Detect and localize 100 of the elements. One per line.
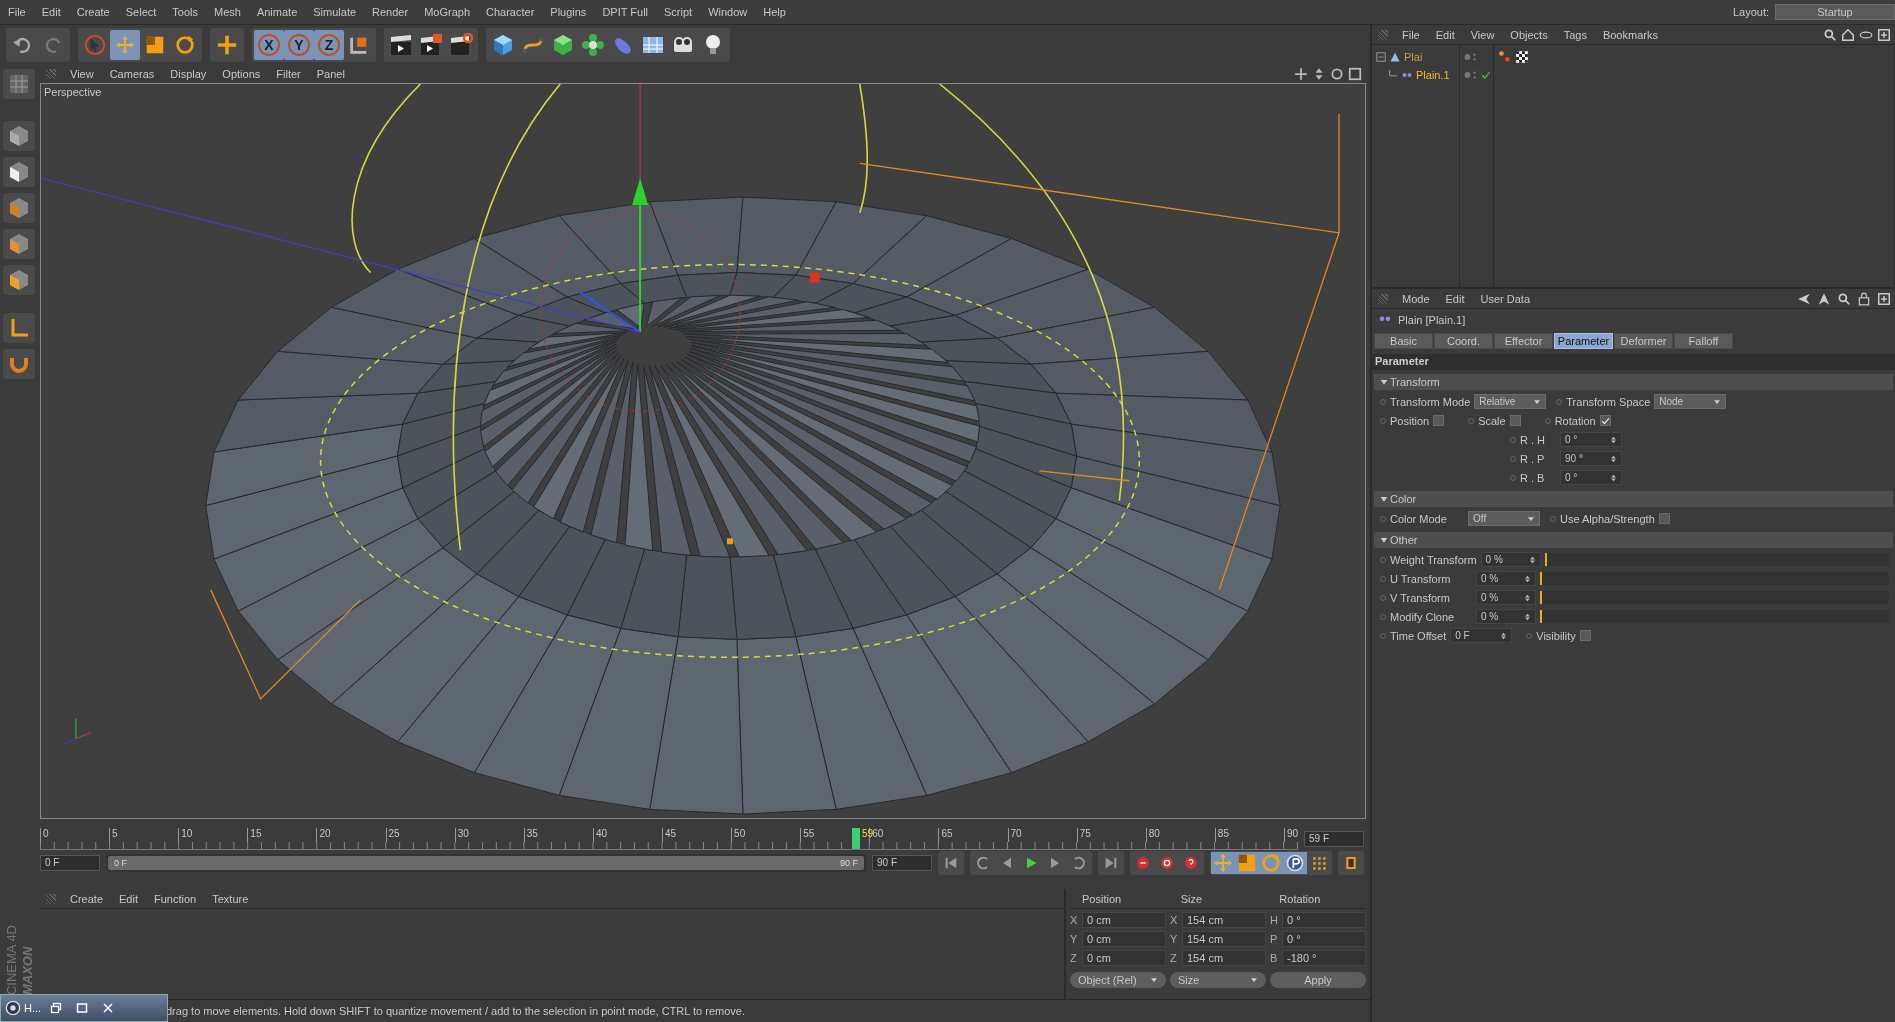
- menu-item[interactable]: Create: [68, 6, 118, 18]
- menu-item[interactable]: Function: [146, 892, 205, 905]
- frame-field[interactable]: 59 F: [1304, 831, 1364, 847]
- dropdown[interactable]: Off: [1468, 511, 1540, 526]
- panel-grip-icon[interactable]: [1378, 29, 1388, 40]
- polygons-mode-button[interactable]: [3, 265, 35, 295]
- coordinate-field[interactable]: 0 cm: [1082, 950, 1166, 966]
- axis-mode-button[interactable]: [3, 313, 35, 343]
- number-field[interactable]: 0 %: [1480, 552, 1541, 567]
- tab[interactable]: Coord.: [1434, 333, 1493, 349]
- number-field[interactable]: 0 %: [1476, 571, 1536, 586]
- menu-item[interactable]: Simulate: [305, 6, 365, 18]
- checkbox[interactable]: [1509, 415, 1521, 426]
- menu-item[interactable]: Script: [656, 6, 701, 18]
- menu-item[interactable]: Character: [478, 6, 543, 18]
- coordinate-field[interactable]: 154 cm: [1182, 931, 1266, 947]
- tab[interactable]: Parameter: [1554, 333, 1613, 349]
- menu-item[interactable]: Edit: [111, 892, 146, 905]
- slider-track[interactable]: [1540, 591, 1889, 604]
- object-mode-button[interactable]: [3, 121, 35, 151]
- coordinate-mode-dropdown[interactable]: Object (Rel): [1070, 972, 1166, 988]
- coordinate-field[interactable]: 154 cm: [1182, 912, 1266, 928]
- menu-item[interactable]: Create: [62, 892, 112, 905]
- menu-item[interactable]: Options: [214, 68, 269, 80]
- playhead-handle[interactable]: [852, 828, 861, 849]
- menu-item[interactable]: View: [62, 68, 102, 80]
- menu-item[interactable]: Mode: [1394, 292, 1438, 305]
- menu-item[interactable]: Tags: [1555, 28, 1595, 41]
- texture-mode-button[interactable]: [3, 157, 35, 187]
- menu-item[interactable]: View: [1462, 28, 1503, 41]
- checkbox[interactable]: [1579, 630, 1591, 641]
- number-field[interactable]: 0 %: [1476, 609, 1536, 624]
- end-frame-field[interactable]: 90 F: [872, 855, 932, 871]
- checkbox[interactable]: [1599, 415, 1611, 426]
- coordinate-field[interactable]: 154 cm: [1182, 950, 1266, 966]
- menu-item[interactable]: Help: [755, 6, 794, 18]
- coordinate-field[interactable]: -180 °: [1282, 950, 1366, 966]
- coordinate-field[interactable]: 0 cm: [1082, 912, 1166, 928]
- tab[interactable]: Effector: [1494, 333, 1553, 349]
- dropdown[interactable]: Node: [1654, 394, 1727, 409]
- start-frame-field[interactable]: 0 F: [40, 855, 100, 871]
- slider-track[interactable]: [1540, 610, 1889, 623]
- size-mode-dropdown[interactable]: Size: [1170, 972, 1266, 988]
- panel-grip-icon[interactable]: [46, 69, 56, 79]
- tab[interactable]: Falloff: [1674, 333, 1733, 349]
- menu-item[interactable]: Bookmarks: [1594, 28, 1666, 41]
- menu-item[interactable]: Edit: [1427, 28, 1463, 41]
- key-scale-button[interactable]: [1235, 852, 1259, 874]
- points-mode-button[interactable]: [3, 193, 35, 223]
- panel-grip-icon[interactable]: [1378, 293, 1388, 304]
- menu-item[interactable]: DPIT Full: [594, 6, 656, 18]
- object-name[interactable]: Plai: [1404, 51, 1423, 63]
- model-mode-button[interactable]: [3, 69, 35, 99]
- slider-fill[interactable]: [1544, 553, 1547, 566]
- viewport[interactable]: Perspective: [40, 83, 1366, 819]
- group-header[interactable]: Color: [1374, 491, 1893, 507]
- axis-lock-button[interactable]: Y: [284, 30, 314, 60]
- menu-item[interactable]: Texture: [204, 892, 257, 905]
- menu-item[interactable]: Edit: [33, 6, 69, 18]
- panel-grip-icon[interactable]: [46, 893, 56, 904]
- number-field[interactable]: 90 °: [1560, 451, 1622, 466]
- slider-track[interactable]: [1544, 553, 1889, 566]
- object-name[interactable]: Plain.1: [1416, 69, 1450, 81]
- menu-item[interactable]: Objects: [1502, 28, 1556, 41]
- coordinate-field[interactable]: 0 °: [1282, 912, 1366, 928]
- axis-lock-button[interactable]: X: [254, 30, 284, 60]
- number-field[interactable]: 0 °: [1560, 470, 1622, 485]
- menu-item[interactable]: Animate: [248, 6, 306, 18]
- coordinate-field[interactable]: 0 cm: [1082, 931, 1166, 947]
- minimized-window-tab[interactable]: H...: [5, 1000, 42, 1016]
- edges-mode-button[interactable]: [3, 229, 35, 259]
- checkbox[interactable]: [1658, 513, 1670, 524]
- number-field[interactable]: 0 F: [1450, 628, 1513, 643]
- key-parameter-button[interactable]: [1283, 852, 1307, 874]
- range-slider[interactable]: 0 F 90 F: [108, 856, 864, 870]
- menu-item[interactable]: Select: [117, 6, 165, 18]
- layout-dropdown[interactable]: Startup: [1775, 4, 1895, 20]
- menu-item[interactable]: File: [1394, 28, 1428, 41]
- tab[interactable]: Basic: [1374, 333, 1433, 349]
- menu-item[interactable]: Edit: [1437, 292, 1473, 305]
- menu-item[interactable]: MoGraph: [416, 6, 478, 18]
- menu-item[interactable]: Mesh: [206, 6, 249, 18]
- menu-item[interactable]: Window: [700, 6, 756, 18]
- coordinate-field[interactable]: 0 °: [1282, 931, 1366, 947]
- menu-item[interactable]: File: [0, 6, 34, 18]
- checkbox[interactable]: [1433, 415, 1445, 426]
- slider-track[interactable]: [1540, 572, 1889, 585]
- menu-item[interactable]: Cameras: [101, 68, 163, 80]
- menu-item[interactable]: Tools: [164, 6, 206, 18]
- menu-item[interactable]: Render: [364, 6, 417, 18]
- number-field[interactable]: 0 %: [1476, 590, 1536, 605]
- menu-item[interactable]: User Data: [1472, 292, 1539, 305]
- tab[interactable]: Deformer: [1614, 333, 1673, 349]
- axis-lock-button[interactable]: Z: [314, 30, 344, 60]
- magnet-button[interactable]: [3, 349, 35, 379]
- number-field[interactable]: 0 °: [1560, 432, 1622, 447]
- dropdown[interactable]: Relative: [1474, 394, 1547, 409]
- apply-button[interactable]: Apply: [1270, 972, 1366, 988]
- menu-item[interactable]: Display: [162, 68, 215, 80]
- group-header[interactable]: Other: [1374, 532, 1893, 548]
